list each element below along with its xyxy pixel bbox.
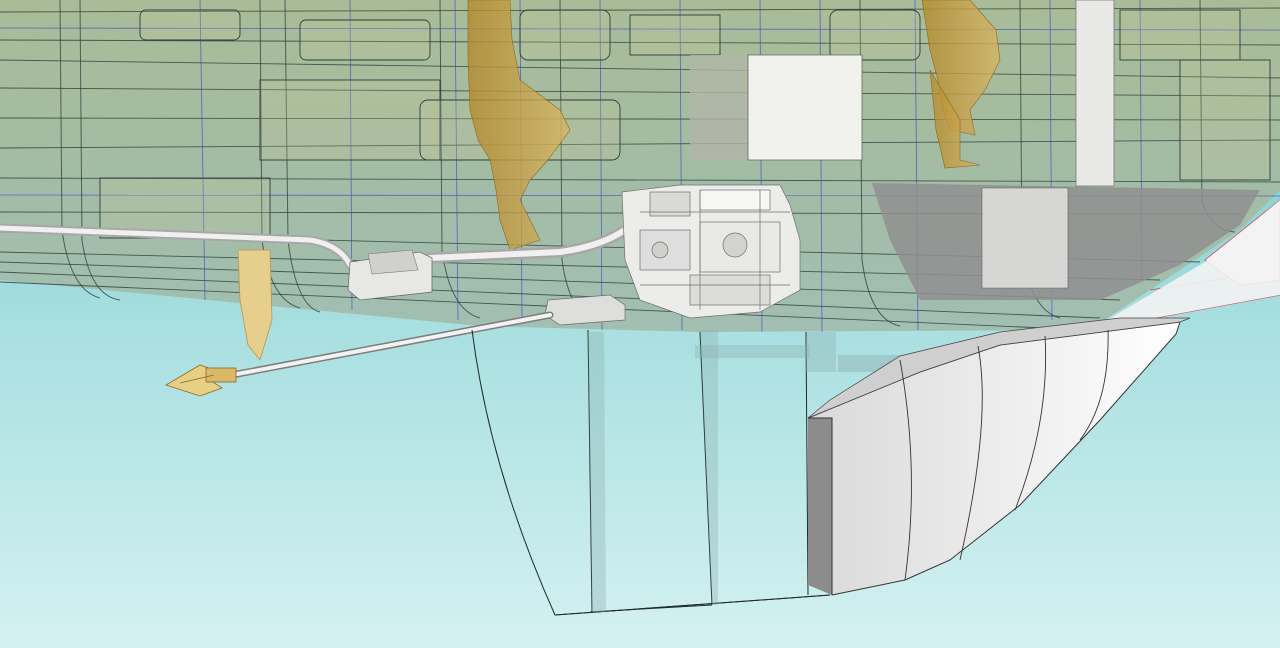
- mast: [1075, 0, 1115, 187]
- diesel-engine: [621, 184, 801, 319]
- boat-cad-cutaway: [0, 0, 1280, 648]
- water-tank-box: [690, 54, 863, 161]
- gearbox: [544, 294, 626, 326]
